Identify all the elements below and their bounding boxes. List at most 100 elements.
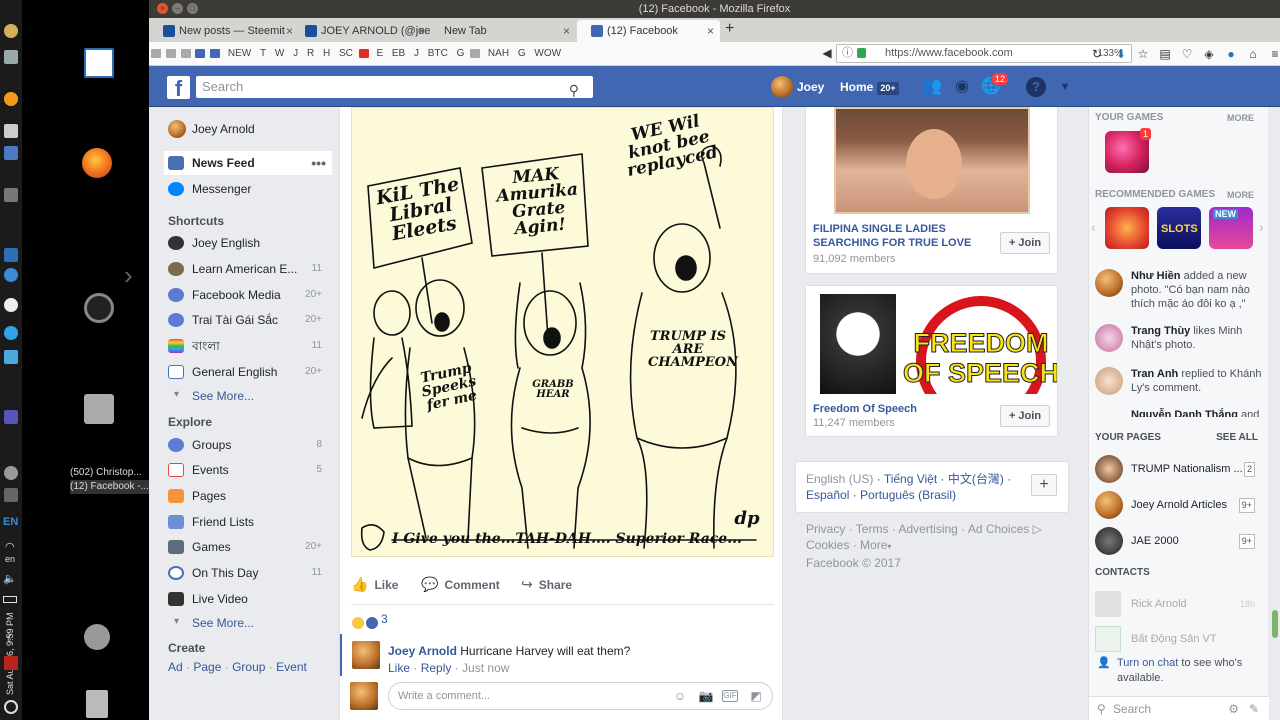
help-icon[interactable]: ? [1026,77,1046,97]
app-icon[interactable] [4,24,18,38]
account-menu-icon[interactable]: ▼ [1055,77,1075,97]
more-recommended-link[interactable]: MORE [1227,190,1254,200]
avatar[interactable] [352,641,380,669]
task-item[interactable]: (502) Christop... [70,466,149,480]
app-icon[interactable] [4,146,18,160]
sidebar-item-shortcut[interactable]: বাংলা 11 [164,334,332,358]
emoji-icon[interactable]: ☺ [672,688,688,704]
sidebar-item-pages[interactable]: Pages [164,484,332,508]
contact-item[interactable]: Bất Động Sản VT [1095,626,1255,652]
bookmark[interactable]: SC [339,48,353,59]
tab-joey-arnold[interactable]: JOEY ARNOLD (@joe... × [291,20,431,42]
create-group-link[interactable]: Group [232,660,265,674]
cartoon-image[interactable]: KiL The Libral Eleets MAK Amurika Grate … [351,107,774,557]
app-icon[interactable] [4,248,18,262]
bookmark[interactable]: E [376,48,383,59]
scrollbar-thumb[interactable] [1272,610,1278,638]
contact-item[interactable]: Rick Arnold 18h [1095,591,1255,617]
screenshot-icon[interactable]: ◈ [1201,46,1217,62]
url-bar[interactable]: ⓘ https://www.facebook.com 133% [836,44,1132,63]
add-language-button[interactable]: + [1031,474,1057,496]
bookmark-star-icon[interactable]: ☆ [1135,46,1151,62]
sidebar-item-shortcut[interactable]: Learn American E... 11 [164,257,332,281]
candy-crush-game-icon[interactable]: 1 [1105,128,1151,173]
join-group-button[interactable]: + Join [1000,405,1050,427]
bookmark[interactable]: W [275,48,284,59]
reaction-summary[interactable]: 3 [351,604,774,632]
bookmark[interactable]: G [457,48,465,59]
folder-icon[interactable] [180,48,191,58]
game-icon[interactable]: NEW [1209,207,1253,249]
page-shortcut[interactable]: Joey Arnold Articles 9+ [1095,491,1255,519]
bookmark[interactable]: T [260,48,266,59]
friend-requests-icon[interactable]: 👥 [922,77,942,97]
power-icon[interactable] [4,700,18,714]
app-icon[interactable] [4,50,18,64]
app-icon[interactable] [4,466,18,480]
sidebar-item-events[interactable]: Events 5 [164,458,332,482]
clock[interactable]: Sat Aug 26, 9:59 PM [5,595,15,695]
youtube-icon[interactable] [358,48,369,58]
group-photo[interactable]: FREEDOM OF SPEECH [806,286,1057,394]
menu-icon[interactable]: ≡ [1267,46,1280,62]
footer-link[interactable]: More [860,538,887,552]
sidebar-item-profile[interactable]: Joey Arnold [164,117,332,141]
app-icon[interactable] [4,350,18,364]
close-tab-icon[interactable]: × [563,20,570,42]
app-icon[interactable] [4,188,18,202]
footer-link[interactable]: Ad Choices [968,522,1029,536]
app-icon[interactable] [4,268,18,282]
folder-icon[interactable] [165,48,176,58]
close-tab-icon[interactable]: × [418,20,425,42]
sidebar-item-news-feed[interactable]: News Feed ••• [164,151,332,175]
facebook-icon[interactable] [195,48,206,58]
chevron-right-icon[interactable]: › [1259,219,1264,235]
ticker-item[interactable]: Như Hiền added a new photo. "Có bạn nam … [1095,269,1265,311]
sidebar-item-friend-lists[interactable]: Friend Lists [164,510,332,534]
footer-link[interactable]: Terms [856,522,889,536]
sidebar-item-games[interactable]: Games 20+ [164,535,332,559]
comment-button[interactable]: 💬 Comment [421,573,500,596]
sidebar-item-on-this-day[interactable]: On This Day 11 [164,561,332,585]
chevron-down-icon[interactable]: ▾ [887,542,891,551]
firefox-icon[interactable] [82,148,112,178]
app-icon[interactable] [4,410,18,424]
bookmark[interactable]: G [518,48,526,59]
language-link[interactable]: Português (Brasil) [860,488,956,502]
create-page-link[interactable]: Page [193,660,221,674]
sidebar-item-groups[interactable]: Groups 8 [164,433,332,457]
new-tab-button[interactable]: + [725,20,734,38]
footer-link[interactable]: Advertising [898,522,957,536]
download-icon[interactable]: ⬇ [1113,46,1129,62]
bitcoin-icon[interactable] [4,92,18,106]
more-options-icon[interactable]: ••• [311,151,326,175]
comment-input[interactable]: Write a comment... ☺ 📷 GIF ◩ [388,682,773,710]
reload-icon[interactable]: ↻ [1089,46,1105,62]
tab-steemit[interactable]: New posts — Steemit × [149,20,299,42]
bookmark[interactable]: R [307,48,314,59]
wifi-icon[interactable]: ◠ [5,540,15,553]
settings-icon[interactable]: ⚙ [1228,697,1239,720]
facebook-logo-icon[interactable]: f [167,76,190,101]
bookmark[interactable]: H [323,48,330,59]
sidebar-item-shortcut[interactable]: Facebook Media 20+ [164,283,332,307]
compose-icon[interactable]: ✎ [1249,697,1259,720]
extension-icon[interactable]: ● [1223,46,1239,62]
chevron-right-icon[interactable]: › [124,260,133,291]
chevron-left-icon[interactable]: ‹ [1091,219,1096,235]
sticker-icon[interactable]: ◩ [748,688,764,704]
language-link[interactable]: Español [806,488,849,502]
sidebar-item-live-video[interactable]: Live Video [164,587,332,611]
gif-icon[interactable]: GIF [722,690,738,702]
ticker-item[interactable]: Nguyễn Danh Thắng and [1095,408,1265,417]
close-tab-icon[interactable]: × [707,20,714,42]
bookmark[interactable]: EB [392,48,405,59]
archive-icon[interactable] [84,394,114,424]
group-photo[interactable] [834,107,1030,214]
library-icon[interactable]: ▤ [1157,46,1173,62]
bookmark[interactable]: BTC [428,48,448,59]
language-link[interactable]: 中文(台灣) [948,472,1004,486]
create-event-link[interactable]: Event [276,660,307,674]
group-name[interactable]: FILIPINA SINGLE LADIES SEARCHING FOR TRU… [813,222,993,250]
sidebar-item-shortcut[interactable]: Joey English [164,231,332,255]
